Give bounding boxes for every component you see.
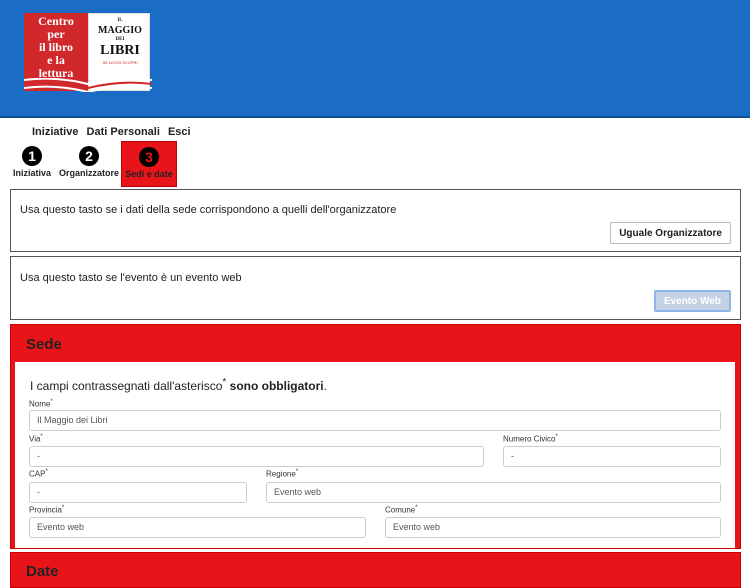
wizard-steps: 1 Iniziativa 2 Organizzatore 3 Sedi e da…	[11, 141, 181, 187]
provincia-input[interactable]: Evento web	[29, 517, 366, 538]
note-bold: sono obbligatori	[229, 379, 324, 393]
book-pages-icon	[24, 78, 152, 92]
logo-slogan: SE LEGGI SCOPRI	[102, 60, 138, 65]
comune-input[interactable]: Evento web	[385, 517, 721, 538]
nav-dati-personali[interactable]: Dati Personali	[87, 126, 160, 138]
step-organizzatore[interactable]: 2 Organizzatore	[56, 141, 122, 187]
nav-esci[interactable]: Esci	[168, 126, 191, 138]
step-label: Sedi e date	[125, 169, 173, 179]
nome-input[interactable]: Il Maggio dei Libri	[29, 410, 721, 431]
step-sedi-date[interactable]: 3 Sedi e date	[121, 141, 177, 187]
label-provincia: Provincia*	[29, 505, 65, 515]
cap-input[interactable]: -	[29, 482, 247, 503]
logo-dei: DEI	[115, 37, 125, 42]
panel-instructions: Usa questo tasto se i dati della sede co…	[20, 204, 397, 216]
label-civico: Numero Civico*	[503, 434, 558, 444]
top-nav: Iniziative Dati Personali Esci	[32, 126, 196, 138]
same-as-organizer-panel: Usa questo tasto se i dati della sede co…	[10, 189, 741, 252]
nav-iniziative[interactable]: Iniziative	[32, 126, 78, 138]
note-text: I campi contrassegnati dall'asterisco	[30, 379, 223, 393]
label-comune: Comune*	[385, 505, 418, 515]
sede-form: I campi contrassegnati dall'asterisco* s…	[15, 362, 735, 548]
step-number-icon: 3	[139, 147, 159, 167]
logo-libri: LIBRI	[100, 43, 140, 58]
section-title: Date	[26, 563, 59, 580]
step-number-icon: 1	[22, 146, 42, 166]
step-label: Organizzatore	[58, 168, 119, 178]
label-cap: CAP*	[29, 469, 48, 479]
label-regione: Regione*	[266, 469, 299, 479]
logo-il: IL	[117, 18, 123, 23]
step-label: Iniziativa	[12, 168, 51, 178]
header-banner: Centro per il libro e la lettura IL MAGG…	[0, 0, 750, 118]
asterisk: *	[222, 377, 227, 388]
logo-maggio: MAGGIO	[98, 25, 142, 36]
web-event-button[interactable]: Evento Web	[653, 290, 731, 312]
date-section: Date	[10, 552, 741, 588]
required-note: I campi contrassegnati dall'asterisco* s…	[30, 377, 327, 393]
label-via: Via*	[29, 434, 43, 444]
via-input[interactable]: -	[29, 446, 484, 467]
web-event-panel: Usa questo tasto se l'evento è un evento…	[10, 256, 741, 320]
civico-input[interactable]: -	[503, 446, 721, 467]
regione-input[interactable]: Evento web	[266, 482, 721, 503]
step-number-icon: 2	[79, 146, 99, 166]
section-title: Sede	[26, 336, 62, 353]
label-nome: Nome*	[29, 399, 53, 409]
same-as-organizer-button[interactable]: Uguale Organizzatore	[610, 222, 731, 244]
panel-instructions: Usa questo tasto se l'evento è un evento…	[20, 272, 242, 284]
step-iniziativa[interactable]: 1 Iniziativa	[11, 141, 53, 187]
